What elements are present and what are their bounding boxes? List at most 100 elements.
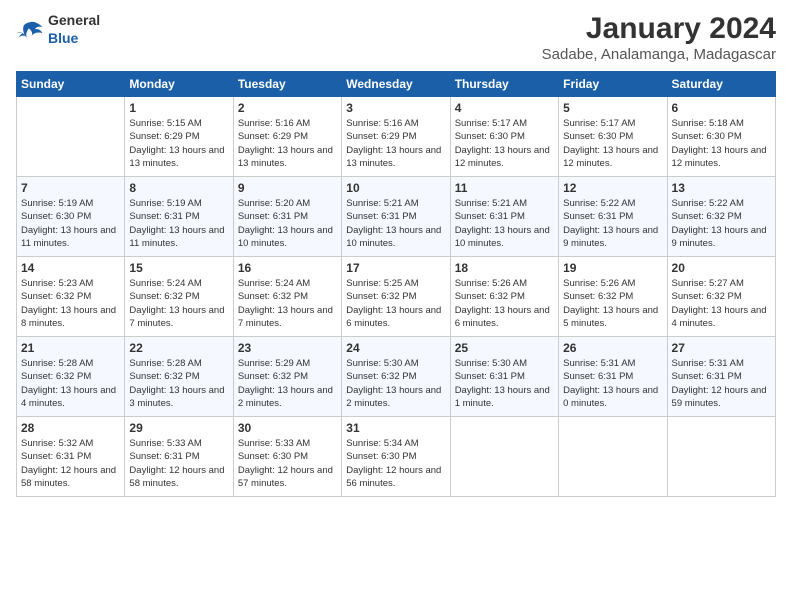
calendar-cell: 4 Sunrise: 5:17 AMSunset: 6:30 PMDaylight… [450,97,558,177]
cell-details: Sunrise: 5:26 AMSunset: 6:32 PMDaylight:… [563,277,662,330]
calendar-cell: 27Sunrise: 5:31 AMSunset: 6:31 PMDayligh… [667,337,775,417]
header-sunday: Sunday [17,72,125,97]
day-number: 10 [346,181,445,195]
day-number: 7 [21,181,120,195]
calendar-cell: 18 Sunrise: 5:26 AMSunset: 6:32 PMDayligh… [450,257,558,337]
day-number: 31 [346,421,445,435]
calendar-cell [17,97,125,177]
cell-details: Sunrise: 5:17 AMSunset: 6:30 PMDaylight:… [455,117,554,170]
cell-details: Sunrise: 5:33 AMSunset: 6:31 PMDaylight:… [129,437,228,490]
day-number: 1 [129,101,228,115]
calendar-cell: 1 Sunrise: 5:15 AMSunset: 6:29 PMDaylight… [125,97,233,177]
day-number: 13 [672,181,771,195]
week-row-0: 1 Sunrise: 5:15 AMSunset: 6:29 PMDaylight… [17,97,776,177]
logo-general: General [48,12,100,28]
calendar-cell: 9 Sunrise: 5:20 AMSunset: 6:31 PMDaylight… [233,177,341,257]
day-number: 11 [455,181,554,195]
calendar-cell: 23 Sunrise: 5:29 AMSunset: 6:32 PMDayligh… [233,337,341,417]
cell-details: Sunrise: 5:33 AMSunset: 6:30 PMDaylight:… [238,437,337,490]
calendar-cell: 24 Sunrise: 5:30 AMSunset: 6:32 PMDayligh… [342,337,450,417]
calendar-cell: 12 Sunrise: 5:22 AMSunset: 6:31 PMDayligh… [559,177,667,257]
day-number: 21 [21,341,120,355]
cell-details: Sunrise: 5:16 AMSunset: 6:29 PMDaylight:… [346,117,445,170]
calendar-cell: 17Sunrise: 5:25 AMSunset: 6:32 PMDayligh… [342,257,450,337]
cell-details: Sunrise: 5:28 AMSunset: 6:32 PMDaylight:… [129,357,228,410]
cell-details: Sunrise: 5:30 AMSunset: 6:31 PMDaylight:… [455,357,554,410]
calendar-cell: 14 Sunrise: 5:23 AMSunset: 6:32 PMDayligh… [17,257,125,337]
day-number: 30 [238,421,337,435]
calendar-table: SundayMondayTuesdayWednesdayThursdayFrid… [16,71,776,497]
cell-details: Sunrise: 5:22 AMSunset: 6:31 PMDaylight:… [563,197,662,250]
day-number: 14 [21,261,120,275]
day-number: 12 [563,181,662,195]
cell-details: Sunrise: 5:17 AMSunset: 6:30 PMDaylight:… [563,117,662,170]
cell-details: Sunrise: 5:23 AMSunset: 6:32 PMDaylight:… [21,277,120,330]
calendar-cell: 22 Sunrise: 5:28 AMSunset: 6:32 PMDayligh… [125,337,233,417]
calendar-cell: 31 Sunrise: 5:34 AMSunset: 6:30 PMDayligh… [342,417,450,497]
week-row-2: 14 Sunrise: 5:23 AMSunset: 6:32 PMDayligh… [17,257,776,337]
day-number: 22 [129,341,228,355]
month-title: January 2024 [542,12,776,46]
logo: General Blue [16,12,100,48]
calendar-cell [559,417,667,497]
day-number: 6 [672,101,771,115]
cell-details: Sunrise: 5:25 AMSunset: 6:32 PMDaylight:… [346,277,445,330]
day-number: 28 [21,421,120,435]
logo-blue: Blue [48,30,78,46]
day-number: 23 [238,341,337,355]
calendar-cell: 30 Sunrise: 5:33 AMSunset: 6:30 PMDayligh… [233,417,341,497]
header-tuesday: Tuesday [233,72,341,97]
calendar-cell [450,417,558,497]
cell-details: Sunrise: 5:24 AMSunset: 6:32 PMDaylight:… [129,277,228,330]
cell-details: Sunrise: 5:21 AMSunset: 6:31 PMDaylight:… [346,197,445,250]
calendar-cell: 6 Sunrise: 5:18 AMSunset: 6:30 PMDaylight… [667,97,775,177]
calendar-cell: 20Sunrise: 5:27 AMSunset: 6:32 PMDayligh… [667,257,775,337]
calendar-cell: 8 Sunrise: 5:19 AMSunset: 6:31 PMDaylight… [125,177,233,257]
calendar-cell: 13 Sunrise: 5:22 AMSunset: 6:32 PMDayligh… [667,177,775,257]
calendar-body: 1 Sunrise: 5:15 AMSunset: 6:29 PMDaylight… [17,97,776,497]
calendar-cell: 15Sunrise: 5:24 AMSunset: 6:32 PMDayligh… [125,257,233,337]
day-number: 16 [238,261,337,275]
header-monday: Monday [125,72,233,97]
calendar-cell: 7 Sunrise: 5:19 AMSunset: 6:30 PMDaylight… [17,177,125,257]
cell-details: Sunrise: 5:19 AMSunset: 6:31 PMDaylight:… [129,197,228,250]
week-row-3: 21 Sunrise: 5:28 AMSunset: 6:32 PMDayligh… [17,337,776,417]
day-number: 9 [238,181,337,195]
cell-details: Sunrise: 5:24 AMSunset: 6:32 PMDaylight:… [238,277,337,330]
cell-details: Sunrise: 5:32 AMSunset: 6:31 PMDaylight:… [21,437,120,490]
calendar-cell: 11 Sunrise: 5:21 AMSunset: 6:31 PMDayligh… [450,177,558,257]
cell-details: Sunrise: 5:30 AMSunset: 6:32 PMDaylight:… [346,357,445,410]
cell-details: Sunrise: 5:34 AMSunset: 6:30 PMDaylight:… [346,437,445,490]
header-wednesday: Wednesday [342,72,450,97]
calendar-cell: 26 Sunrise: 5:31 AMSunset: 6:31 PMDayligh… [559,337,667,417]
day-number: 24 [346,341,445,355]
cell-details: Sunrise: 5:21 AMSunset: 6:31 PMDaylight:… [455,197,554,250]
day-number: 2 [238,101,337,115]
cell-details: Sunrise: 5:29 AMSunset: 6:32 PMDaylight:… [238,357,337,410]
calendar-header: SundayMondayTuesdayWednesdayThursdayFrid… [17,72,776,97]
cell-details: Sunrise: 5:16 AMSunset: 6:29 PMDaylight:… [238,117,337,170]
calendar-cell: 10 Sunrise: 5:21 AMSunset: 6:31 PMDayligh… [342,177,450,257]
day-number: 18 [455,261,554,275]
cell-details: Sunrise: 5:20 AMSunset: 6:31 PMDaylight:… [238,197,337,250]
calendar-cell: 28 Sunrise: 5:32 AMSunset: 6:31 PMDayligh… [17,417,125,497]
cell-details: Sunrise: 5:19 AMSunset: 6:30 PMDaylight:… [21,197,120,250]
day-number: 4 [455,101,554,115]
calendar-cell: 3 Sunrise: 5:16 AMSunset: 6:29 PMDaylight… [342,97,450,177]
cell-details: Sunrise: 5:15 AMSunset: 6:29 PMDaylight:… [129,117,228,170]
cell-details: Sunrise: 5:31 AMSunset: 6:31 PMDaylight:… [563,357,662,410]
day-number: 19 [563,261,662,275]
cell-details: Sunrise: 5:22 AMSunset: 6:32 PMDaylight:… [672,197,771,250]
day-number: 3 [346,101,445,115]
week-row-1: 7 Sunrise: 5:19 AMSunset: 6:30 PMDaylight… [17,177,776,257]
week-row-4: 28 Sunrise: 5:32 AMSunset: 6:31 PMDayligh… [17,417,776,497]
day-number: 8 [129,181,228,195]
calendar-cell: 5Sunrise: 5:17 AMSunset: 6:30 PMDaylight… [559,97,667,177]
calendar-cell: 19 Sunrise: 5:26 AMSunset: 6:32 PMDayligh… [559,257,667,337]
day-number: 26 [563,341,662,355]
day-number: 25 [455,341,554,355]
cell-details: Sunrise: 5:18 AMSunset: 6:30 PMDaylight:… [672,117,771,170]
cell-details: Sunrise: 5:26 AMSunset: 6:32 PMDaylight:… [455,277,554,330]
cell-details: Sunrise: 5:31 AMSunset: 6:31 PMDaylight:… [672,357,771,410]
day-number: 20 [672,261,771,275]
